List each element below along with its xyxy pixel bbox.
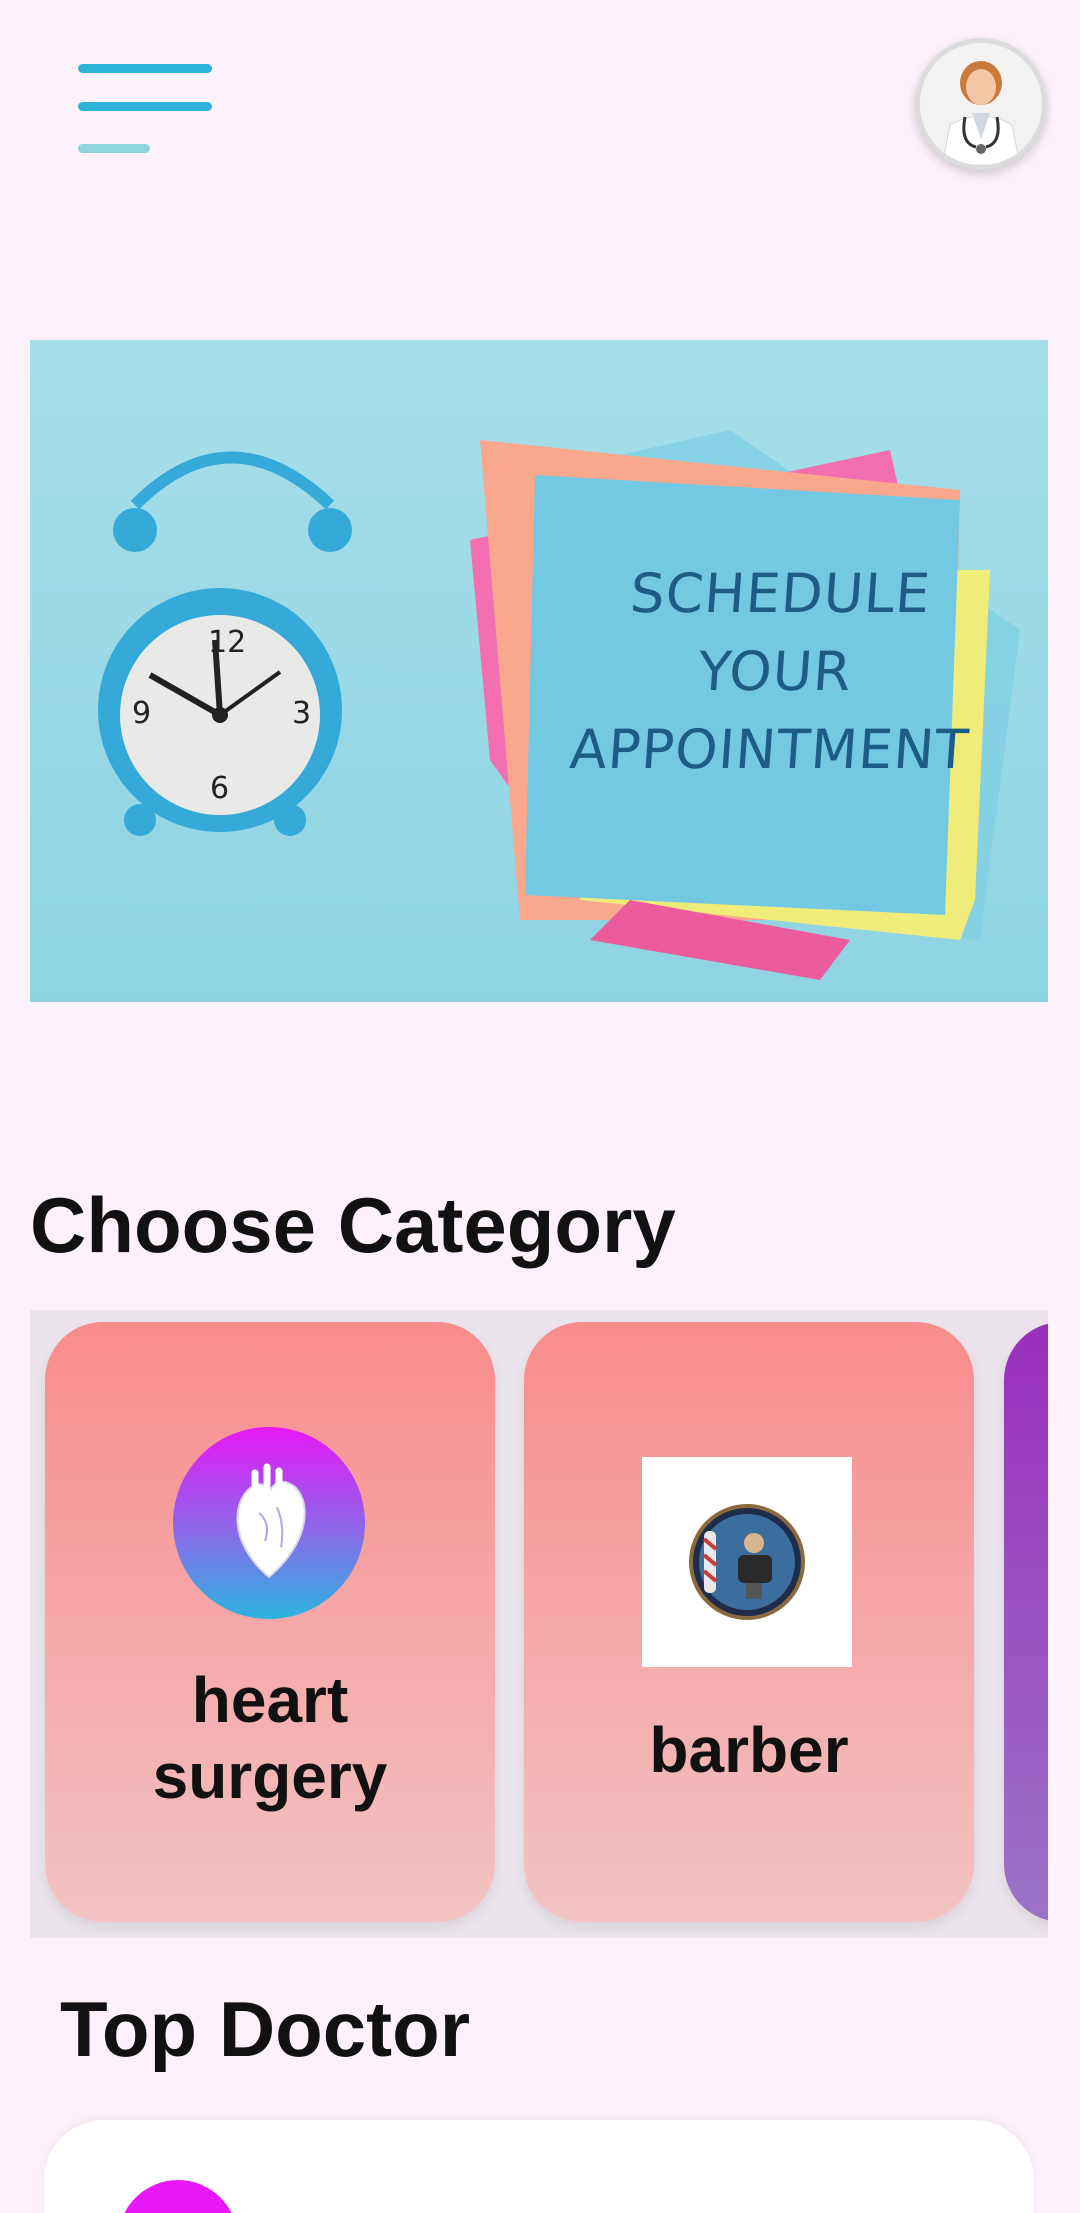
- category-carousel[interactable]: heart surgery barber: [30, 1310, 1048, 1938]
- profile-avatar[interactable]: [915, 38, 1047, 170]
- menu-line: [78, 144, 150, 153]
- doctor-thumbnail: [118, 2180, 238, 2213]
- svg-text:9: 9: [132, 696, 151, 731]
- category-label: heart surgery: [45, 1662, 495, 1814]
- category-label-line: heart: [191, 1664, 349, 1736]
- heart-organ-icon: [173, 1427, 365, 1619]
- choose-category-title: Choose Category: [30, 1181, 676, 1269]
- svg-text:3: 3: [292, 696, 311, 731]
- doctor-avatar-icon: [920, 43, 1042, 165]
- menu-button[interactable]: [72, 58, 217, 158]
- barber-shop-icon: [642, 1457, 852, 1667]
- category-label: barber: [649, 1714, 849, 1786]
- svg-text:12: 12: [208, 625, 246, 660]
- menu-line: [78, 102, 212, 111]
- menu-line: [78, 64, 212, 73]
- banner-line: SCHEDULE: [628, 562, 933, 625]
- category-card-partial[interactable]: [1004, 1322, 1048, 1922]
- category-card-barber[interactable]: barber: [524, 1322, 974, 1922]
- category-card-heart-surgery[interactable]: heart surgery: [45, 1322, 495, 1922]
- banner-headline: SCHEDULE YOUR APPOINTMENT: [547, 555, 1003, 789]
- appointment-banner: 12 3 6 9 SCHEDULE YOUR APPOINTMENT: [30, 340, 1048, 1002]
- top-doctor-title: Top Doctor: [60, 1985, 471, 2073]
- svg-text:6: 6: [210, 771, 229, 806]
- banner-line: APPOINTMENT: [567, 718, 972, 781]
- doctor-card[interactable]: [44, 2120, 1034, 2213]
- category-label-line: surgery: [152, 1740, 388, 1812]
- banner-line: YOUR: [696, 640, 855, 703]
